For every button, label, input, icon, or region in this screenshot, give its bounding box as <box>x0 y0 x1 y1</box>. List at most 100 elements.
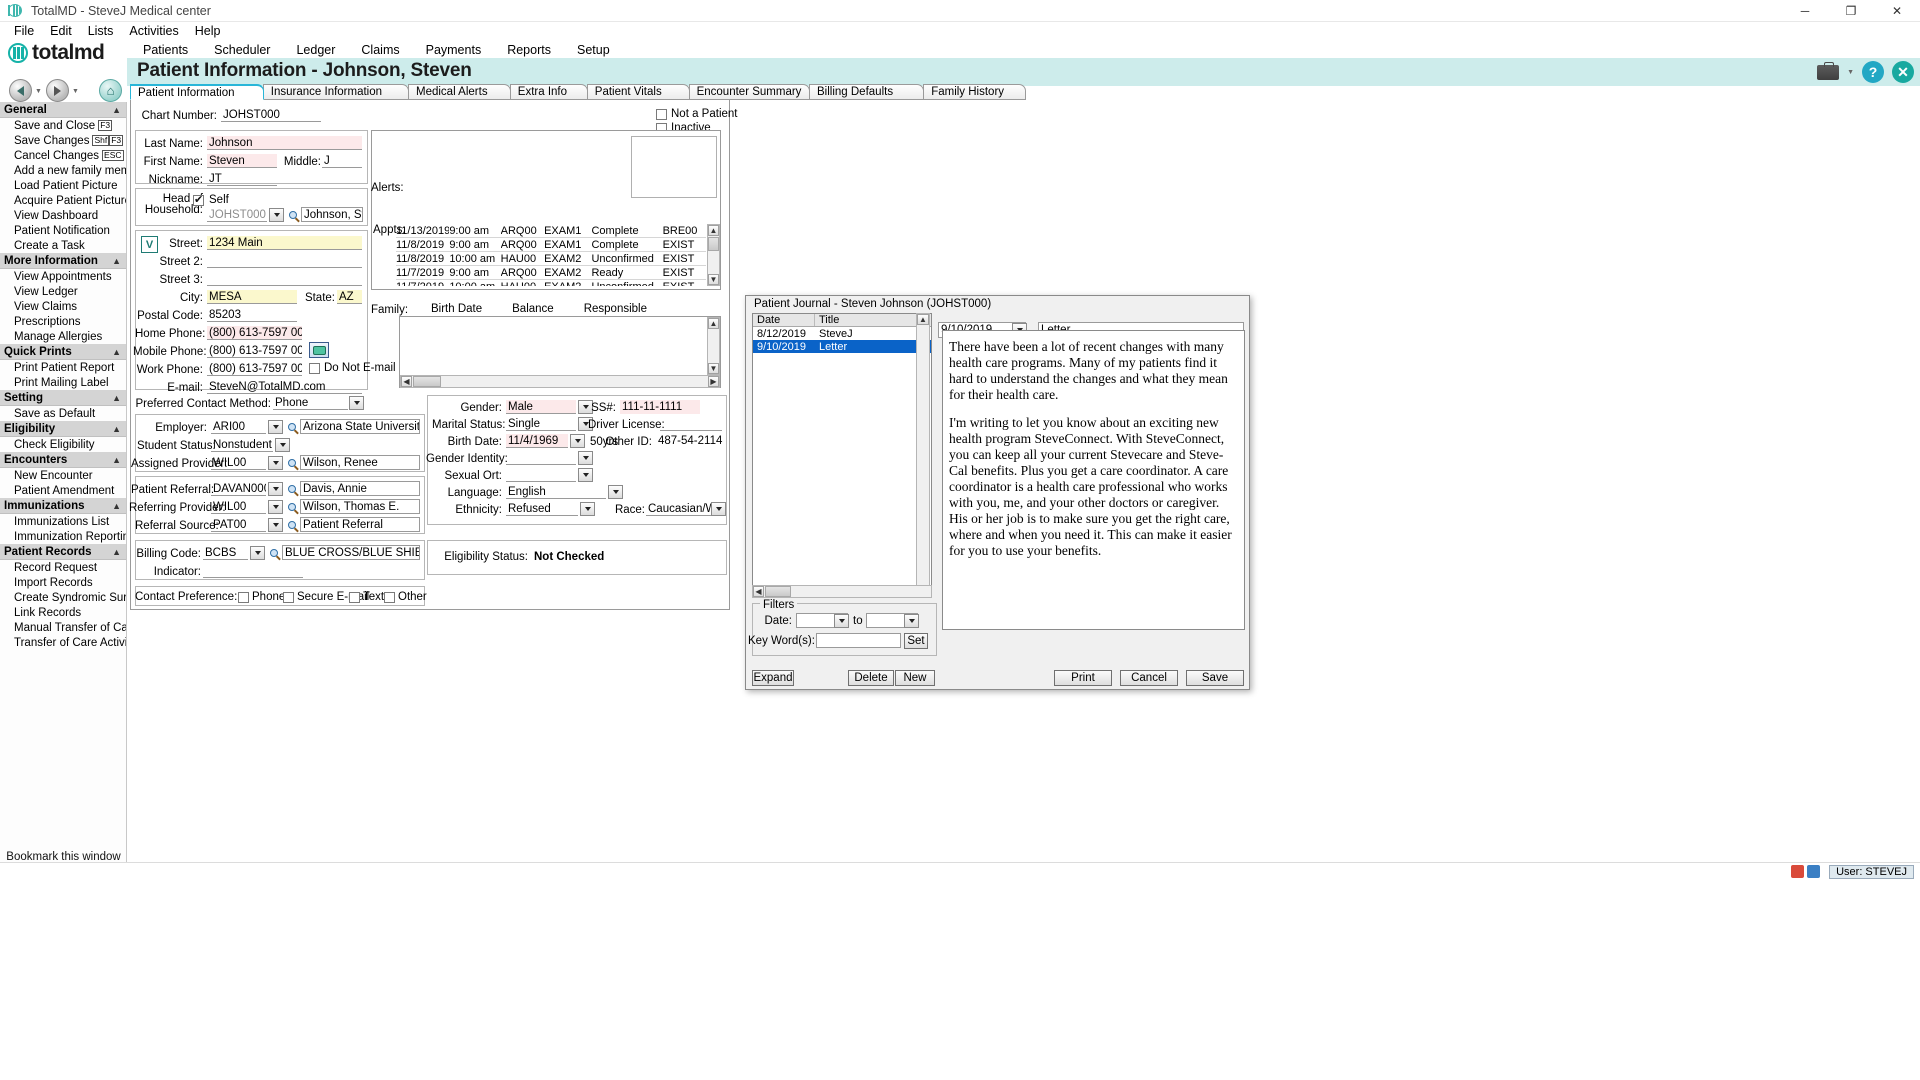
appointments-scroll-up-icon[interactable]: ▲ <box>708 225 719 236</box>
journal-scroll-up-icon[interactable]: ▲ <box>917 314 929 325</box>
billing-code-name-input[interactable]: BLUE CROSS/BLUE SHIELD <box>282 545 420 560</box>
employer-name-input[interactable]: Arizona State University <box>300 419 420 434</box>
filter-keyword-input[interactable] <box>816 633 901 648</box>
middle-name-input[interactable]: J <box>322 154 362 168</box>
back-button[interactable] <box>9 79 32 102</box>
sidebar-item-create-a-task[interactable]: Create a Task <box>0 238 126 253</box>
assigned-provider-code-input[interactable]: WIL00 <box>211 456 266 470</box>
assigned-provider-name-input[interactable]: Wilson, Renee <box>300 455 420 470</box>
sexual-ort-dropdown-button[interactable] <box>578 468 593 482</box>
language-value[interactable]: English <box>506 485 606 499</box>
first-name-input[interactable]: Steven <box>207 154 277 168</box>
journal-entries-list[interactable]: Date Title 8/12/2019 SteveJ 9/10/2019 Lette… <box>752 313 932 598</box>
sidebar-item-view-claims[interactable]: View Claims <box>0 299 126 314</box>
ethnicity-dropdown-button[interactable] <box>580 502 595 516</box>
referral-source-name-input[interactable]: Patient Referral <box>300 517 420 532</box>
menu-item-edit[interactable]: Edit <box>42 24 80 38</box>
forward-dropdown-icon[interactable]: ▼ <box>72 88 79 95</box>
sidebar-group-eligibility[interactable]: Eligibility ▲ <box>0 421 126 437</box>
filter-date-from-dropdown[interactable] <box>834 614 849 628</box>
sidebar-item-immunizations-list[interactable]: Immunizations List <box>0 514 126 529</box>
referral-source-dropdown-button[interactable] <box>268 518 283 532</box>
nickname-input[interactable]: JT <box>207 172 277 186</box>
new-button[interactable]: New <box>895 670 935 686</box>
not-a-patient-checkbox[interactable] <box>656 109 667 120</box>
sidebar-item-save-changes[interactable]: Save Changes Shf F3 <box>0 133 126 148</box>
save-button[interactable]: Save <box>1186 670 1244 686</box>
billing-code-search-icon[interactable] <box>267 546 281 560</box>
birth-date-dropdown-button[interactable] <box>570 434 585 448</box>
chevron-up-icon[interactable]: ▲ <box>112 393 121 403</box>
sidebar-item-record-request[interactable]: Record Request <box>0 560 126 575</box>
sidebar-item-print-patient-report[interactable]: Print Patient Report <box>0 360 126 375</box>
sidebar-item-manage-allergies[interactable]: Manage Allergies <box>0 329 126 344</box>
other-id-input[interactable]: 487-54-2114 <box>656 434 726 448</box>
patient-referral-name-input[interactable]: Davis, Annie <box>300 481 420 496</box>
tab-patient-information[interactable]: Patient Information <box>130 84 264 100</box>
forward-button[interactable] <box>46 79 69 102</box>
city-input[interactable]: MESA <box>207 290 297 304</box>
notification-icon[interactable] <box>1791 865 1804 878</box>
gender-identity-value[interactable] <box>506 451 576 465</box>
appointments-scroll-thumb[interactable] <box>708 237 719 251</box>
family-scrollbar-h[interactable]: ◀ ▶ <box>400 375 720 388</box>
sidebar-group-patient-records[interactable]: Patient Records ▲ <box>0 544 126 560</box>
language-dropdown-button[interactable] <box>608 485 623 499</box>
sidebar-item-prescriptions[interactable]: Prescriptions <box>0 314 126 329</box>
last-name-input[interactable]: Johnson <box>207 136 362 150</box>
appointment-row[interactable]: 11/8/2019 9:00 am ARQ00 EXAM1 Complete EXIST <box>396 238 706 252</box>
work-phone-input[interactable]: (800) 613-7597 006 <box>207 362 302 376</box>
sms-message-icon[interactable] <box>309 342 329 358</box>
sexual-ort-value[interactable] <box>506 468 576 482</box>
sidebar-group-encounters[interactable]: Encounters ▲ <box>0 452 126 468</box>
family-scrollbar-v[interactable]: ▲ ▼ <box>707 317 720 375</box>
appointment-row[interactable]: 11/13/2019 9:00 am ARQ00 EXAM1 Complete BRE00 <box>396 224 706 238</box>
race-value[interactable]: Caucasian/Whit <box>646 502 712 516</box>
household-code-input[interactable]: JOHST000 <box>207 208 267 222</box>
assigned-provider-search-icon[interactable] <box>285 456 299 470</box>
journal-list-scrollbar-h[interactable]: ◀ <box>752 585 932 598</box>
home-phone-input[interactable]: (800) 613-7597 006 <box>207 326 302 340</box>
street3-input[interactable] <box>207 272 362 286</box>
referring-provider-search-icon[interactable] <box>285 500 299 514</box>
appointments-list[interactable]: 11/13/2019 9:00 am ARQ00 EXAM1 Complete BRE00… <box>396 224 706 286</box>
driver-license-input[interactable] <box>660 417 722 431</box>
sidebar-group-immunizations[interactable]: Immunizations ▲ <box>0 498 126 514</box>
chevron-up-icon[interactable]: ▲ <box>112 256 121 266</box>
sidebar-group-general[interactable]: General ▲ <box>0 102 126 118</box>
tab-encounter-summary[interactable]: Encounter Summary <box>688 84 810 100</box>
gender-value[interactable]: Male <box>506 400 576 414</box>
referral-source-code-input[interactable]: PAT00 <box>211 518 266 532</box>
filter-set-button[interactable]: Set <box>904 633 928 649</box>
race-dropdown-button[interactable] <box>711 502 726 516</box>
delete-button[interactable]: Delete <box>848 670 894 686</box>
menu-item-lists[interactable]: Lists <box>80 24 122 38</box>
sidebar-item-view-dashboard[interactable]: View Dashboard <box>0 208 126 223</box>
appointment-row[interactable]: 11/7/201910:00 amHAU00EXAM2UnconfirmedEX… <box>396 280 706 287</box>
ss-input[interactable]: 111-11-1111 <box>620 400 700 414</box>
employer-code-input[interactable]: ARI00 <box>211 420 266 434</box>
menu-item-file[interactable]: File <box>6 24 42 38</box>
referring-provider-name-input[interactable]: Wilson, Thomas E. <box>300 499 420 514</box>
referring-provider-dropdown-button[interactable] <box>268 500 283 514</box>
sidebar-item-view-ledger[interactable]: View Ledger <box>0 284 126 299</box>
contact-pref-phone-checkbox[interactable] <box>238 592 249 603</box>
nav-scheduler[interactable]: Scheduler <box>201 43 283 57</box>
menu-item-activities[interactable]: Activities <box>121 24 186 38</box>
email-input[interactable]: SteveN@TotalMD.com <box>207 380 362 394</box>
indicator-input[interactable] <box>203 564 303 578</box>
sidebar-item-view-appointments[interactable]: View Appointments <box>0 269 126 284</box>
patient-referral-dropdown-button[interactable] <box>268 482 283 496</box>
sidebar-item-new-encounter[interactable]: New Encounter <box>0 468 126 483</box>
appointments-scrollbar[interactable]: ▲ ▼ <box>707 224 720 286</box>
family-scroll-down-icon[interactable]: ▼ <box>708 363 719 374</box>
tab-insurance-information[interactable]: Insurance Information <box>262 84 409 100</box>
ethnicity-value[interactable]: Refused <box>506 502 578 516</box>
chevron-up-icon[interactable]: ▲ <box>112 347 121 357</box>
home-button[interactable]: ⌂ <box>99 79 122 102</box>
sidebar-item-transfer-of-care-activity[interactable]: Transfer of Care Activity <box>0 635 126 650</box>
expand-button[interactable]: Expand <box>752 670 794 686</box>
menu-item-help[interactable]: Help <box>187 24 229 38</box>
sidebar-item-patient-amendment[interactable]: Patient Amendment <box>0 483 126 498</box>
sidebar-item-acquire-patient-picture[interactable]: Acquire Patient Picture <box>0 193 126 208</box>
